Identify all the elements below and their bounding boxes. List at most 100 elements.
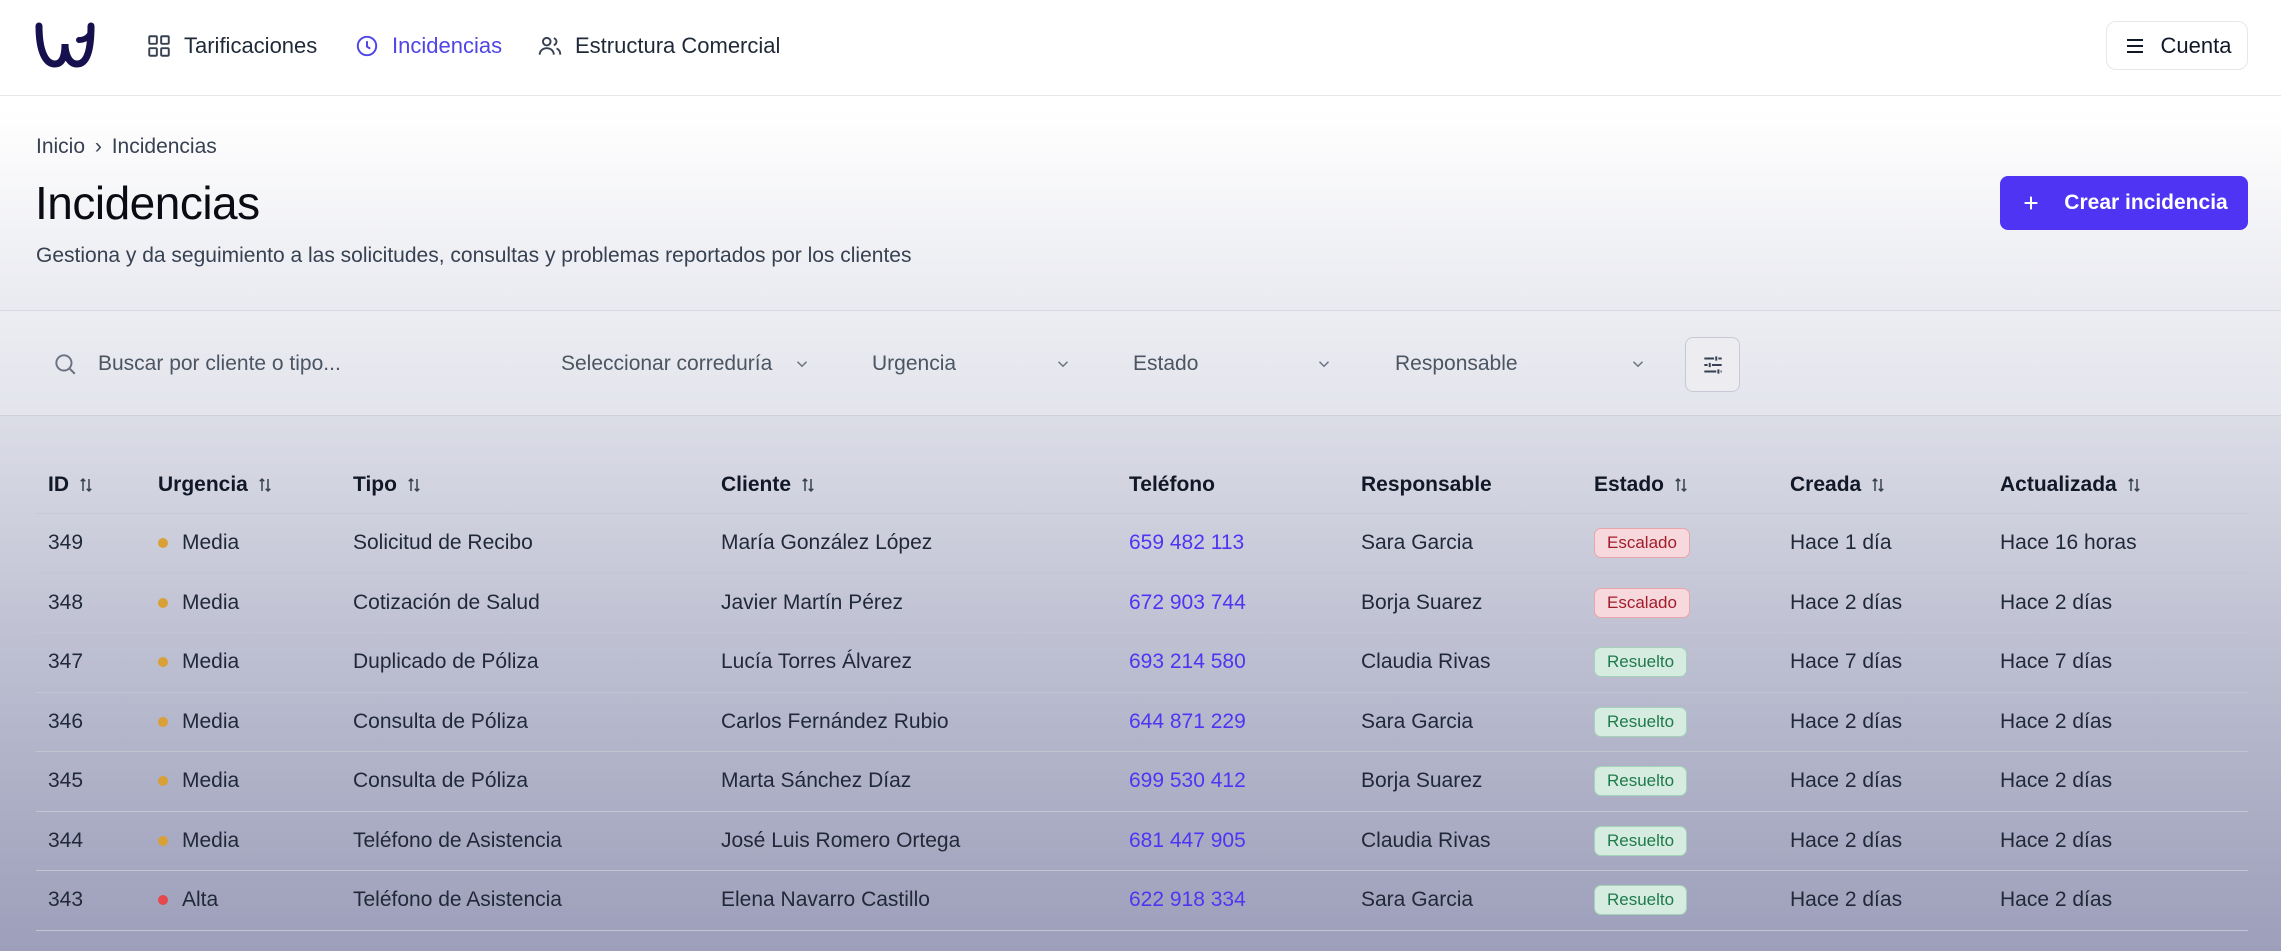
- column-header-tipo[interactable]: Tipo: [353, 473, 721, 497]
- phone-link[interactable]: 693 214 580: [1129, 650, 1361, 674]
- cell-id: 348: [48, 590, 84, 614]
- phone-link[interactable]: 622 918 334: [1129, 888, 1361, 912]
- clock-icon: [354, 33, 380, 59]
- table-row[interactable]: 349 Media Solicitud de Recibo María Gonzále…: [36, 514, 2248, 574]
- account-button[interactable]: Cuenta: [2106, 21, 2248, 70]
- sort-icon[interactable]: [1672, 476, 1690, 494]
- estado-select[interactable]: Estado: [1133, 346, 1333, 382]
- cell-cliente: José Luis Romero Ortega: [721, 828, 961, 852]
- chevron-down-icon: [1629, 355, 1647, 373]
- sort-icon[interactable]: [2125, 476, 2143, 494]
- brand-logo[interactable]: [35, 20, 97, 70]
- column-header-urgencia[interactable]: Urgencia: [158, 473, 353, 497]
- menu-icon: [2123, 34, 2147, 58]
- nav-estructura-comercial[interactable]: Estructura Comercial: [537, 28, 780, 64]
- cell-creada: Hace 7 días: [1790, 650, 1903, 674]
- urgency-label: Media: [182, 828, 240, 852]
- cell-responsable: Claudia Rivas: [1361, 650, 1491, 674]
- filter-settings-button[interactable]: [1685, 337, 1740, 392]
- estado-select-value: Estado: [1133, 352, 1199, 375]
- column-header-creada[interactable]: Creada: [1790, 473, 2000, 497]
- cell-actualizada: Hace 2 días: [2000, 828, 2113, 852]
- column-header-label: Teléfono: [1129, 472, 1215, 496]
- cell-creada: Hace 2 días: [1790, 888, 1903, 912]
- cell-tipo: Cotización de Salud: [353, 590, 540, 614]
- cell-tipo: Solicitud de Recibo: [353, 531, 533, 555]
- search-box: [52, 346, 518, 382]
- column-header-cliente[interactable]: Cliente: [721, 473, 1129, 497]
- breadcrumb-separator: ›: [94, 135, 102, 158]
- urgency-dot-icon: [158, 597, 168, 608]
- urgency-label: Media: [182, 709, 240, 733]
- cell-id: 344: [48, 828, 84, 852]
- chevron-down-icon: [1054, 355, 1072, 373]
- plus-icon: [2020, 192, 2042, 214]
- create-incidencia-button[interactable]: Crear incidencia: [2000, 176, 2248, 230]
- phone-link[interactable]: 672 903 744: [1129, 591, 1361, 615]
- sort-icon[interactable]: [799, 476, 817, 494]
- nav-label: Estructura Comercial: [575, 33, 781, 58]
- sort-icon[interactable]: [405, 476, 423, 494]
- table-row[interactable]: 348 Media Cotización de Salud Javier Martín…: [36, 574, 2248, 633]
- table-row[interactable]: 344 Media Teléfono de Asistencia José Luis …: [36, 812, 2248, 871]
- column-header-label: Estado: [1594, 472, 1665, 496]
- cell-responsable: Borja Suarez: [1361, 590, 1483, 614]
- column-header-label: Responsable: [1361, 472, 1492, 496]
- nav-incidencias[interactable]: Incidencias: [354, 28, 502, 64]
- status-badge: Escalado: [1594, 587, 1690, 618]
- column-header-label: Urgencia: [158, 472, 248, 496]
- column-header-actualizada[interactable]: Actualizada: [2000, 473, 2248, 497]
- cell-urgencia: Media: [158, 710, 353, 734]
- nav-label: Incidencias: [392, 33, 503, 58]
- cell-actualizada: Hace 16 horas: [2000, 531, 2137, 555]
- cell-actualizada: Hace 2 días: [2000, 590, 2113, 614]
- responsable-select[interactable]: Responsable: [1395, 346, 1647, 382]
- cell-estado: Resuelto: [1594, 885, 1790, 916]
- phone-link[interactable]: 699 530 412: [1129, 769, 1361, 793]
- column-header-id[interactable]: ID: [36, 473, 158, 497]
- search-input[interactable]: [98, 352, 518, 376]
- chevron-down-icon: [793, 355, 811, 373]
- sort-icon[interactable]: [256, 476, 274, 494]
- sort-icon[interactable]: [1869, 476, 1887, 494]
- cell-cliente: María González López: [721, 531, 933, 555]
- cell-urgencia: Media: [158, 769, 353, 793]
- cell-responsable: Sara Garcia: [1361, 709, 1474, 733]
- cell-id: 347: [48, 650, 84, 674]
- column-header-estado[interactable]: Estado: [1594, 473, 1790, 497]
- cell-tipo: Duplicado de Póliza: [353, 650, 539, 674]
- cell-tipo: Teléfono de Asistencia: [353, 828, 562, 852]
- correduria-select-value: Seleccionar correduría: [561, 352, 773, 375]
- cell-cliente: Lucía Torres Álvarez: [721, 650, 913, 674]
- status-badge: Resuelto: [1594, 825, 1688, 856]
- cell-estado: Resuelto: [1594, 647, 1790, 678]
- nav-tarificaciones[interactable]: Tarificaciones: [146, 28, 317, 64]
- urgencia-select[interactable]: Urgencia: [872, 346, 1072, 382]
- table-row[interactable]: 345 Media Consulta de Póliza Marta Sánchez …: [36, 752, 2248, 812]
- cell-urgencia: Media: [158, 531, 353, 555]
- sort-icon[interactable]: [77, 476, 95, 494]
- table-row[interactable]: 347 Media Duplicado de Póliza Lucía Torres …: [36, 633, 2248, 693]
- sliders-icon: [1700, 352, 1726, 378]
- cell-tipo: Consulta de Póliza: [353, 769, 529, 793]
- incidencias-table: ID Urgencia Tipo Cliente Teléfono Respon…: [36, 456, 2248, 931]
- cell-actualizada: Hace 7 días: [2000, 650, 2113, 674]
- urgency-dot-icon: [158, 895, 168, 906]
- cell-actualizada: Hace 2 días: [2000, 888, 2113, 912]
- table-header: ID Urgencia Tipo Cliente Teléfono Respon…: [36, 456, 2248, 514]
- phone-link[interactable]: 681 447 905: [1129, 829, 1361, 853]
- phone-link[interactable]: 659 482 113: [1129, 531, 1361, 555]
- table-row[interactable]: 343 Alta Teléfono de Asistencia Elena Navar…: [36, 871, 2248, 931]
- nav-label: Tarificaciones: [184, 33, 318, 58]
- cell-responsable: Sara Garcia: [1361, 888, 1474, 912]
- phone-link[interactable]: 644 871 229: [1129, 710, 1361, 734]
- cell-estado: Escalado: [1594, 528, 1790, 559]
- correduria-select[interactable]: Seleccionar correduría: [561, 346, 811, 382]
- urgencia-select-value: Urgencia: [872, 352, 957, 375]
- page-title: Incidencias: [35, 177, 260, 229]
- breadcrumb-home[interactable]: Inicio: [36, 135, 85, 158]
- users-icon: [537, 33, 563, 59]
- urgency-dot-icon: [158, 538, 168, 549]
- cell-creada: Hace 2 días: [1790, 828, 1903, 852]
- table-row[interactable]: 346 Media Consulta de Póliza Carlos Fernánd…: [36, 693, 2248, 752]
